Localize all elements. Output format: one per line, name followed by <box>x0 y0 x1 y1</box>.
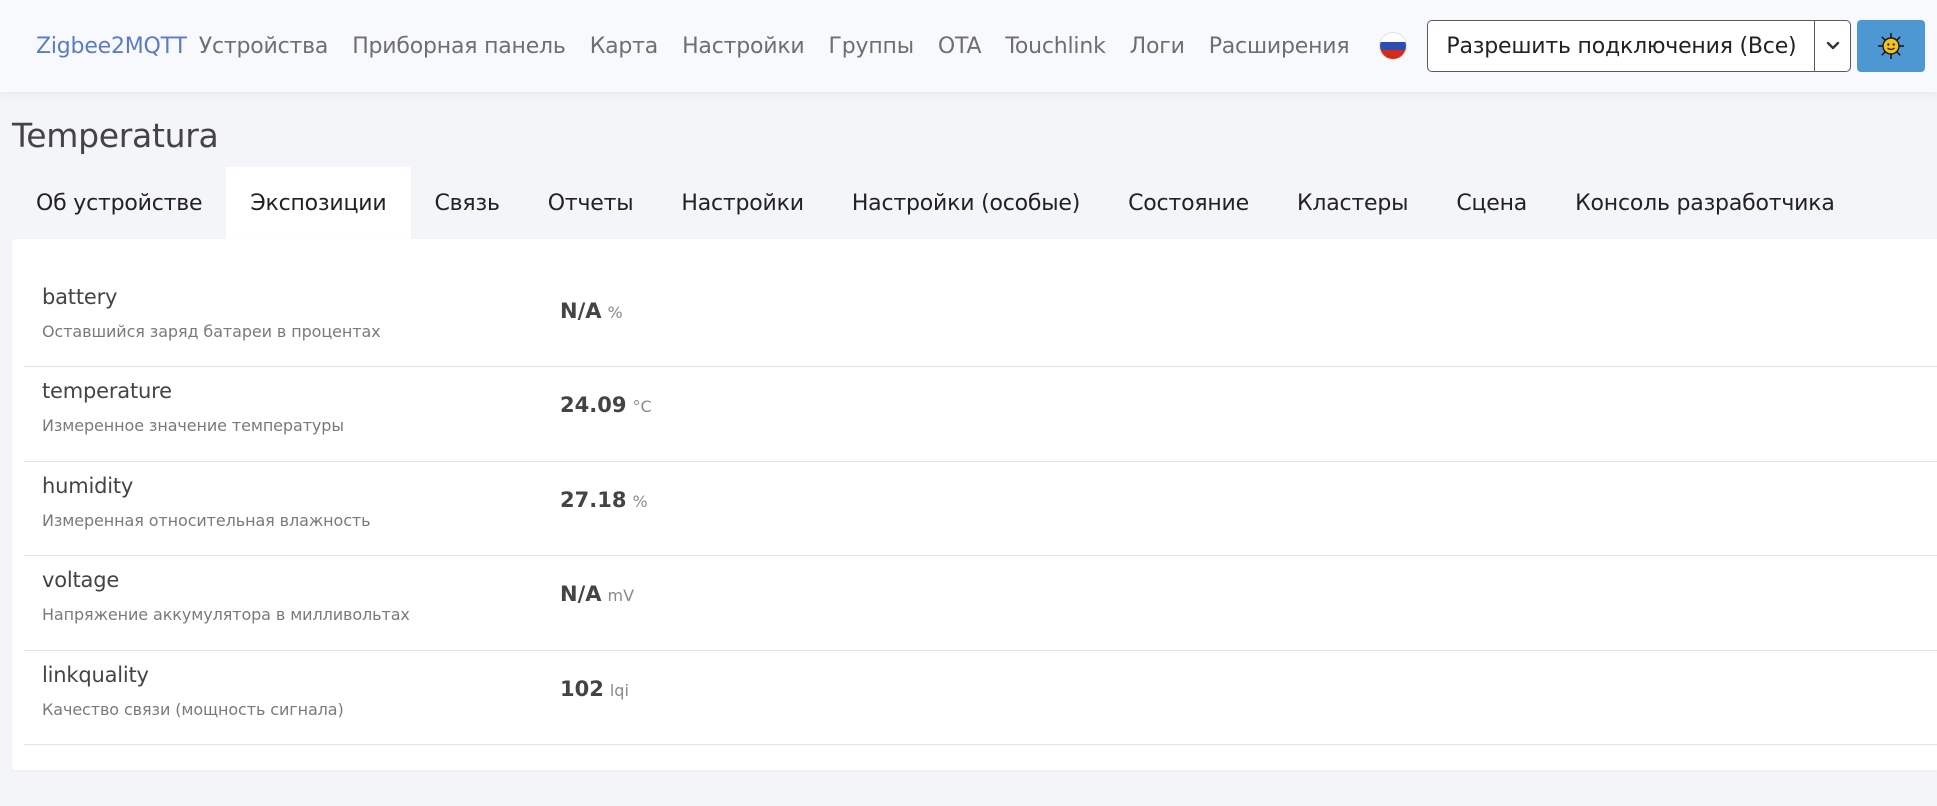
tab-dev-console[interactable]: Консоль разработчика <box>1551 167 1859 239</box>
expose-value-group: N/A mV <box>560 582 634 606</box>
flag-stripe-blue <box>1380 41 1407 51</box>
flag-stripe-red <box>1380 50 1407 59</box>
expose-unit: mV <box>607 586 635 606</box>
nav-link-groups[interactable]: Группы <box>829 34 915 59</box>
expose-name: battery <box>42 285 118 309</box>
exposes-card: battery Оставшийся заряд батареи в проце… <box>12 239 1937 770</box>
russia-flag-icon[interactable] <box>1379 32 1408 60</box>
device-tabs: Об устройстве Экспозиции Связь Отчеты На… <box>12 167 1859 239</box>
nav-link-logs[interactable]: Логи <box>1130 34 1185 59</box>
permit-join-button[interactable]: Разрешить подключения (Все) <box>1428 21 1814 71</box>
theme-toggle-button[interactable] <box>1857 20 1926 72</box>
nav-link-settings[interactable]: Настройки <box>682 34 805 59</box>
nav-link-extensions[interactable]: Расширения <box>1209 34 1350 59</box>
brand-link[interactable]: Zigbee2MQTT <box>36 34 187 59</box>
tab-exposes[interactable]: Экспозиции <box>226 167 411 239</box>
exposes-list: battery Оставшийся заряд батареи в проце… <box>24 273 1937 745</box>
tab-bind[interactable]: Связь <box>411 167 524 239</box>
expose-description: Измеренное значение температуры <box>42 416 344 436</box>
expose-value-group: 24.09 °C <box>560 393 652 417</box>
page-title: Temperatura <box>12 116 219 155</box>
expose-unit: % <box>607 303 623 322</box>
tab-settings-specific[interactable]: Настройки (особые) <box>828 167 1104 239</box>
tab-about[interactable]: Об устройстве <box>12 167 226 239</box>
sun-icon <box>1878 33 1905 59</box>
expose-row-linkquality: linkquality Качество связи (мощность сиг… <box>24 651 1937 745</box>
expose-description: Измеренная относительная влажность <box>42 510 371 530</box>
nav-link-devices[interactable]: Устройства <box>199 34 329 59</box>
expose-value: 27.18 <box>560 487 627 512</box>
expose-row-temperature: temperature Измеренное значение температ… <box>24 367 1937 462</box>
expose-row-battery: battery Оставшийся заряд батареи в проце… <box>24 273 1937 368</box>
permit-join-group: Разрешить подключения (Все) <box>1427 20 1852 72</box>
expose-description: Напряжение аккумулятора в милливольтах <box>42 605 410 625</box>
tab-clusters[interactable]: Кластеры <box>1273 167 1432 239</box>
tab-reporting[interactable]: Отчеты <box>524 167 658 239</box>
nav-link-map[interactable]: Карта <box>590 34 659 59</box>
permit-join-dropdown-toggle[interactable] <box>1814 21 1850 71</box>
flag-stripe-white <box>1380 33 1407 42</box>
nav-link-dashboard[interactable]: Приборная панель <box>352 34 566 59</box>
tab-settings[interactable]: Настройки <box>657 167 827 239</box>
expose-row-voltage: voltage Напряжение аккумулятора в миллив… <box>24 556 1937 651</box>
expose-value: 102 <box>560 676 604 701</box>
expose-name: voltage <box>42 568 120 593</box>
expose-row-humidity: humidity Измеренная относительная влажно… <box>24 462 1937 557</box>
nav-link-touchlink[interactable]: Touchlink <box>1005 34 1105 59</box>
expose-name: linkquality <box>42 662 149 687</box>
tab-state[interactable]: Состояние <box>1104 167 1273 239</box>
expose-value: 24.09 <box>560 393 627 418</box>
expose-value: N/A <box>560 582 602 607</box>
top-navbar: Zigbee2MQTT Устройства Приборная панель … <box>0 0 1937 92</box>
expose-value: N/A <box>560 299 602 323</box>
expose-name: temperature <box>42 379 172 404</box>
nav-link-ota[interactable]: OTA <box>938 34 982 59</box>
expose-value-group: 27.18 % <box>560 488 648 512</box>
expose-unit: °C <box>632 397 652 417</box>
tab-scene[interactable]: Сцена <box>1432 167 1551 239</box>
expose-description: Оставшийся заряд батареи в процентах <box>42 322 381 341</box>
chevron-down-icon <box>1826 41 1840 50</box>
expose-name: humidity <box>42 473 134 498</box>
expose-value-group: N/A % <box>560 299 623 323</box>
expose-unit: lqi <box>609 680 629 700</box>
expose-value-group: 102 lqi <box>560 677 629 701</box>
expose-unit: % <box>632 491 648 511</box>
expose-description: Качество связи (мощность сигнала) <box>42 699 344 719</box>
